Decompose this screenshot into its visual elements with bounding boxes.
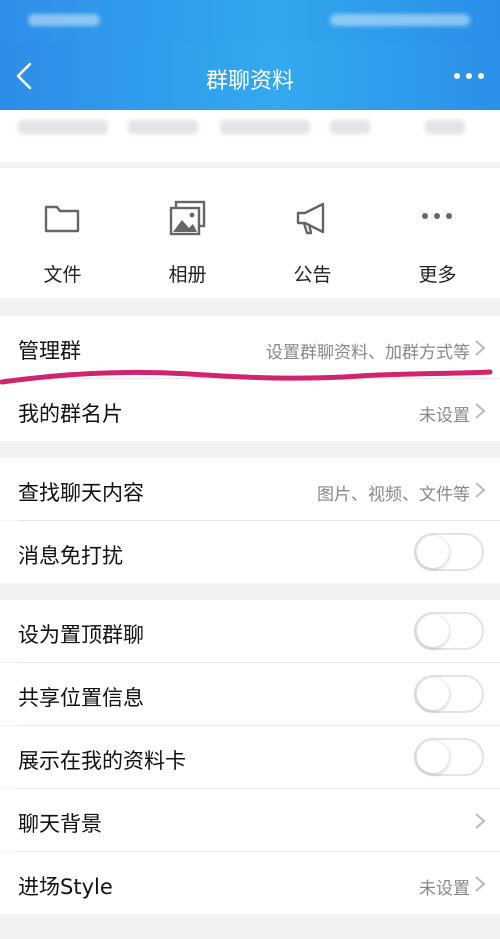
- nav-bar: 群聊资料: [0, 42, 500, 110]
- row-manage-group-label: 管理群: [18, 339, 81, 363]
- action-more-label: 更多: [418, 264, 457, 286]
- row-my-group-card[interactable]: 我的群名片 未设置: [0, 379, 500, 441]
- share-location-toggle[interactable]: [414, 675, 484, 713]
- megaphone-icon: [296, 202, 325, 235]
- row-my-group-card-label: 我的群名片: [18, 402, 123, 426]
- action-announcement[interactable]: 公告: [250, 168, 375, 298]
- action-more[interactable]: 更多: [375, 168, 500, 298]
- chevron-right-icon: [475, 482, 486, 498]
- row-chat-background[interactable]: 聊天背景: [0, 789, 500, 851]
- row-mute-label: 消息免打扰: [18, 544, 123, 568]
- more-menu-button[interactable]: [452, 62, 488, 90]
- row-manage-group[interactable]: 管理群 设置群聊资料、加群方式等: [0, 316, 500, 378]
- action-album[interactable]: 相册: [125, 168, 250, 298]
- status-bar: [0, 0, 500, 42]
- status-bar-blurred-right: [330, 14, 470, 26]
- row-chat-background-label: 聊天背景: [18, 812, 102, 836]
- row-manage-group-value: 设置群聊资料、加群方式等: [266, 343, 470, 363]
- show-on-card-toggle[interactable]: [414, 738, 484, 776]
- row-search-chat-label: 查找聊天内容: [18, 481, 144, 505]
- action-album-label: 相册: [168, 264, 207, 286]
- status-bar-blurred-left: [28, 14, 100, 26]
- chevron-right-icon: [475, 813, 486, 829]
- page-title: 群聊资料: [205, 69, 294, 94]
- action-files-label: 文件: [43, 264, 82, 286]
- chevron-right-icon: [475, 876, 486, 892]
- photo-album-icon: [169, 200, 206, 236]
- group-info-strip[interactable]: [0, 110, 500, 162]
- row-mute: 消息免打扰: [0, 521, 500, 583]
- row-show-on-card-label: 展示在我的资料卡: [18, 749, 186, 773]
- action-files[interactable]: 文件: [0, 168, 125, 298]
- row-search-chat[interactable]: 查找聊天内容 图片、视频、文件等: [0, 458, 500, 520]
- mute-toggle[interactable]: [414, 533, 484, 571]
- row-entry-style[interactable]: 进场Style 未设置: [0, 852, 500, 914]
- quick-actions: 文件 相册 公告 更多: [0, 168, 500, 298]
- row-entry-style-value: 未设置: [419, 879, 470, 899]
- chevron-right-icon: [475, 403, 486, 419]
- row-pin-top: 设为置顶群聊: [0, 600, 500, 662]
- action-announcement-label: 公告: [293, 264, 332, 286]
- row-my-group-card-value: 未设置: [419, 406, 470, 426]
- row-share-location: 共享位置信息: [0, 663, 500, 725]
- folder-icon: [44, 205, 80, 233]
- row-entry-style-label: 进场Style: [18, 875, 113, 899]
- pin-top-toggle[interactable]: [414, 612, 484, 650]
- more-icon: [422, 213, 452, 219]
- row-pin-top-label: 设为置顶群聊: [18, 623, 144, 647]
- chevron-right-icon: [475, 340, 486, 356]
- row-share-location-label: 共享位置信息: [18, 686, 144, 710]
- row-show-on-card: 展示在我的资料卡: [0, 726, 500, 788]
- row-search-chat-value: 图片、视频、文件等: [317, 485, 470, 505]
